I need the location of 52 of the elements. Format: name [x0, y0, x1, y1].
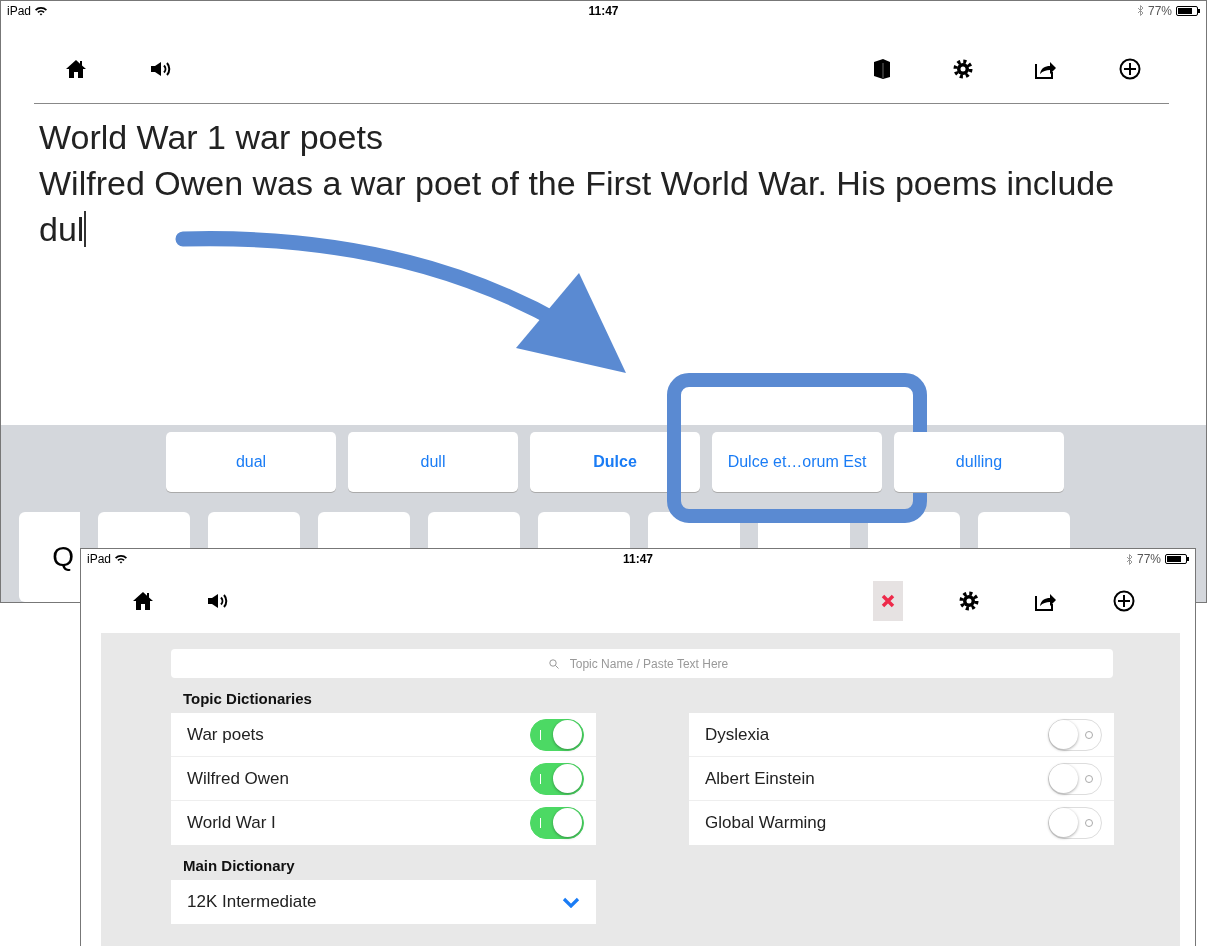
search-field[interactable]: Topic Name / Paste Text Here	[171, 649, 1113, 678]
document-text: World War 1 war poets	[39, 116, 383, 158]
close-button[interactable]	[873, 581, 903, 621]
add-icon[interactable]	[1113, 590, 1135, 612]
battery-percent: 77%	[1136, 552, 1161, 566]
bluetooth-icon	[1125, 553, 1133, 565]
document-text: Wilfred Owen was a war poet of the First World War. His poems include	[39, 162, 1115, 204]
home-icon[interactable]	[66, 58, 86, 79]
speaker-icon[interactable]	[208, 593, 230, 609]
dictionary-name: Dyslexia	[705, 724, 770, 745]
share-icon[interactable]	[1035, 591, 1057, 611]
settings-icon[interactable]	[953, 58, 973, 79]
battery-icon	[1176, 5, 1200, 16]
device-name: iPad	[87, 552, 112, 566]
status-time: 11:47	[623, 552, 653, 566]
search-icon	[549, 659, 559, 669]
wifi-icon	[115, 554, 128, 564]
book-icon[interactable]	[873, 58, 891, 79]
dictionary-select[interactable]: 12K Intermediate	[171, 880, 596, 924]
battery-icon	[1165, 554, 1189, 564]
dictionary-name: World War I	[187, 813, 276, 833]
dictionary-name: Albert Einstein	[705, 768, 815, 789]
text-cursor	[84, 210, 87, 247]
suggestion-button[interactable]: dull	[348, 432, 518, 493]
add-icon[interactable]	[1119, 57, 1141, 80]
dictionary-name: War poets	[187, 724, 264, 745]
speaker-icon[interactable]	[151, 60, 173, 77]
toggle-switch[interactable]	[530, 762, 584, 795]
toggle-switch[interactable]	[530, 718, 584, 751]
toggle-switch[interactable]	[1048, 762, 1102, 795]
close-icon	[881, 594, 895, 608]
wifi-icon	[35, 5, 48, 16]
suggestion-button[interactable]: dulling	[894, 432, 1064, 493]
suggestion-button[interactable]: Dulce	[530, 432, 700, 493]
battery-percent: 77%	[1147, 3, 1172, 18]
bluetooth-icon	[1136, 5, 1144, 17]
document-text: dul	[39, 208, 85, 250]
toggle-switch[interactable]	[1048, 807, 1102, 839]
section-heading: Main Dictionary	[183, 857, 296, 874]
dictionary-name: Global Warming	[705, 813, 827, 833]
suggestion-button[interactable]: dual	[166, 432, 336, 493]
status-time: 11:47	[588, 3, 619, 18]
toggle-switch[interactable]	[1048, 718, 1102, 751]
keyboard-key[interactable]: Q	[19, 512, 80, 602]
settings-icon[interactable]	[959, 591, 979, 611]
device-name: iPad	[7, 3, 32, 18]
chevron-down-icon	[562, 896, 580, 908]
section-heading: Topic Dictionaries	[183, 690, 313, 707]
suggestion-button[interactable]: Dulce et…orum Est	[712, 432, 882, 493]
home-icon[interactable]	[133, 591, 153, 611]
dictionary-name: Wilfred Owen	[187, 768, 290, 789]
toggle-switch[interactable]	[530, 807, 584, 839]
